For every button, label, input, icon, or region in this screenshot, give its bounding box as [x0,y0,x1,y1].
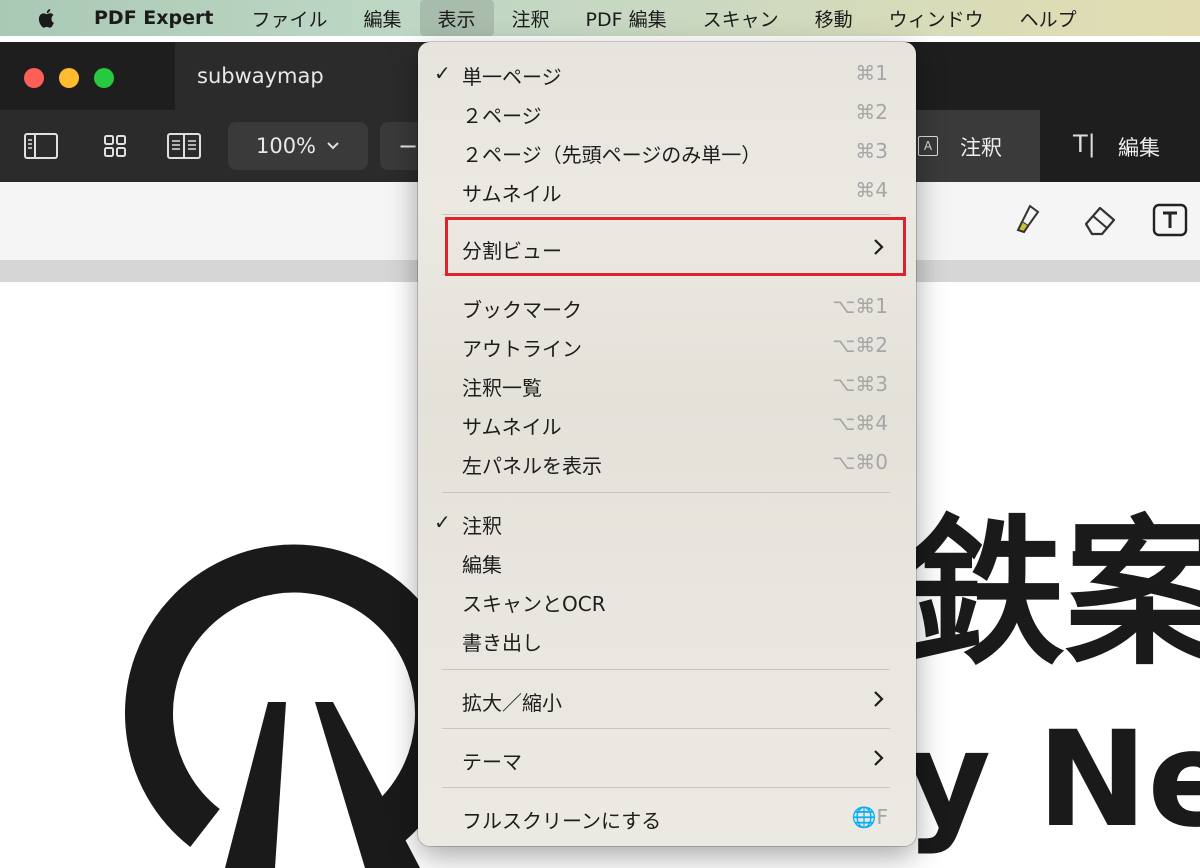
menu-item-two-pages[interactable]: ２ページ ⌘2 [418,94,916,132]
menu-item-label: 書き出し [462,631,542,655]
annotate-icon: A [918,136,938,156]
menu-item-annotation-list[interactable]: 注釈一覧 ⌥⌘3 [418,366,916,404]
menu-item-panel-thumbnails[interactable]: サムネイル ⌥⌘4 [418,405,916,443]
menu-item-label: 編集 [462,553,502,577]
menu-item-label: ブックマーク [462,298,582,322]
close-window-button[interactable] [24,68,44,88]
menu-item-label: ２ページ（先頭ページのみ単一） [462,143,762,167]
menu-item-shortcut: ⌥⌘0 [832,450,888,474]
menu-pdf-edit[interactable]: PDF 編集 [568,0,685,36]
menu-item-single-page[interactable]: ✓ 単一ページ ⌘1 [418,55,916,93]
menu-separator [442,492,890,493]
menu-item-zoom[interactable]: 拡大／縮小 [418,681,916,719]
minimize-window-button[interactable] [59,68,79,88]
menu-item-shortcut: ⌥⌘3 [832,372,888,396]
menu-separator [442,214,890,215]
grid-view-icon[interactable] [103,133,127,163]
menu-bar: PDF Expert ファイル 編集 表示 注釈 PDF 編集 スキャン 移動 … [0,0,1200,36]
menu-item-shortcut: ⌥⌘2 [832,333,888,357]
reader-view-icon[interactable] [167,133,201,163]
menu-item-outline[interactable]: アウトライン ⌥⌘2 [418,327,916,365]
menu-item-annotate-mode[interactable]: ✓ 注釈 [418,504,916,542]
menu-item-two-pages-cover[interactable]: ２ページ（先頭ページのみ単一） ⌘3 [418,133,916,171]
menu-item-shortcut: ⌘4 [855,178,888,202]
menu-item-label: サムネイル [462,182,562,206]
checkmark-icon: ✓ [434,510,451,534]
menu-separator [442,669,890,670]
menu-item-bookmarks[interactable]: ブックマーク ⌥⌘1 [418,288,916,326]
document-tab-title[interactable]: subwaymap [197,64,324,88]
menu-item-shortcut: ⌘1 [855,61,888,85]
menu-item-label: テーマ [462,750,522,774]
chevron-right-icon [874,691,884,707]
zoom-out-label: − [398,132,419,160]
mode-edit-button[interactable]: T| 編集 [1040,110,1200,182]
chevron-down-icon [327,142,339,150]
menu-window[interactable]: ウィンドウ [871,0,1002,36]
menu-item-label: 左パネルを表示 [462,454,602,478]
highlight-box [445,217,906,276]
menu-item-label: フルスクリーンにする [462,809,662,833]
mode-edit-label: 編集 [1118,136,1160,160]
menu-item-label: 注釈一覧 [462,376,542,400]
menu-item-show-left-panel[interactable]: 左パネルを表示 ⌥⌘0 [418,444,916,482]
text-cursor-icon: T| [1073,130,1096,158]
menu-view[interactable]: 表示 [419,0,494,36]
menu-item-label: サムネイル [462,415,562,439]
menu-help[interactable]: ヘルプ [1002,0,1095,36]
checkmark-icon: ✓ [434,61,451,85]
menu-item-shortcut: ⌘3 [855,139,888,163]
menu-scan[interactable]: スキャン [685,0,797,36]
menu-item-edit-mode[interactable]: 編集 [418,543,916,581]
menu-edit[interactable]: 編集 [345,0,419,36]
menu-item-theme[interactable]: テーマ [418,740,916,778]
mode-annotate-label: 注釈 [960,136,1002,160]
mode-annotate-button[interactable]: A 注釈 [900,110,1040,182]
menu-file[interactable]: ファイル [233,0,345,36]
menu-item-label: 注釈 [462,514,502,538]
eraser-icon[interactable] [1080,202,1120,242]
menu-item-shortcut: 🌐F [851,805,888,829]
menu-item-label: ２ページ [462,104,542,128]
zoom-select[interactable]: 100% [228,122,368,170]
menu-item-scan-ocr[interactable]: スキャンとOCR [418,582,916,620]
menu-item-thumbnails[interactable]: サムネイル ⌘4 [418,172,916,210]
chevron-right-icon [874,750,884,766]
view-menu-dropdown: ✓ 単一ページ ⌘1 ２ページ ⌘2 ２ページ（先頭ページのみ単一） ⌘3 サム… [418,42,916,846]
highlighter-icon[interactable] [1010,202,1046,242]
text-box-icon[interactable] [1150,202,1190,242]
menu-go[interactable]: 移動 [797,0,871,36]
menu-item-export[interactable]: 書き出し [418,621,916,659]
menu-item-fullscreen[interactable]: フルスクリーンにする 🌐F [418,799,916,837]
zoom-value: 100% [255,134,317,158]
apple-menu-icon[interactable] [36,7,58,29]
doc-title-kanji: 鉄案 [905,500,1200,687]
menu-item-label: アウトライン [462,337,582,361]
zoom-window-button[interactable] [94,68,114,88]
menu-item-label: スキャンとOCR [462,592,606,616]
menu-app-name[interactable]: PDF Expert [80,0,233,36]
menu-separator [442,787,890,788]
doc-title-latin: y Netv [905,703,1200,857]
sidebar-toggle-icon[interactable] [24,133,58,163]
menu-item-label: 単一ページ [462,65,562,89]
menu-separator [442,728,890,729]
menu-annotate[interactable]: 注釈 [494,0,568,36]
menu-item-shortcut: ⌥⌘4 [832,411,888,435]
menu-item-shortcut: ⌥⌘1 [832,294,888,318]
menu-item-shortcut: ⌘2 [855,100,888,124]
menu-item-label: 拡大／縮小 [462,691,562,715]
